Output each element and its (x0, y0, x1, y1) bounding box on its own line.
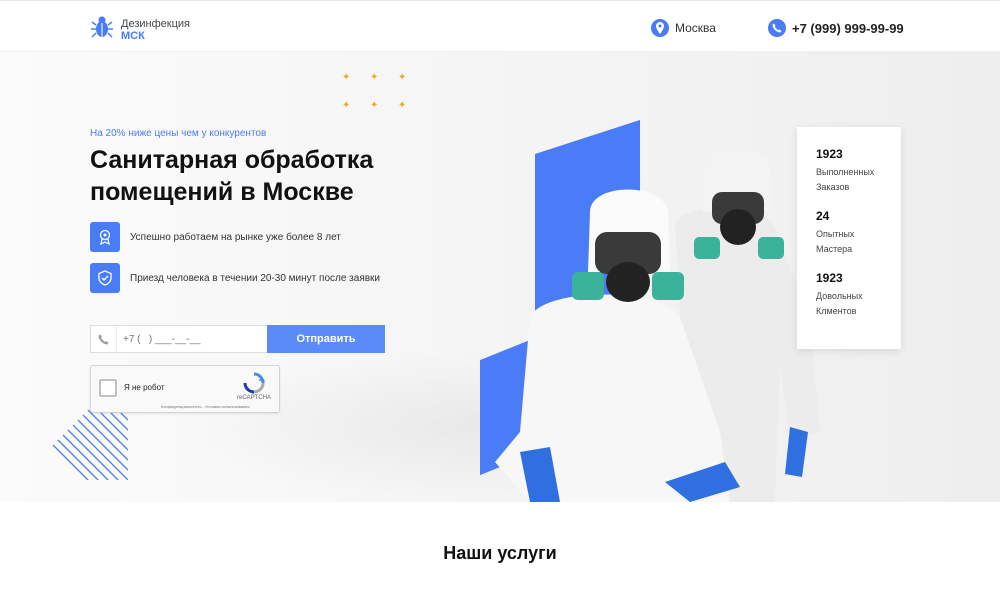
award-icon (90, 222, 120, 252)
captcha-label: Я не робот (124, 383, 165, 392)
stat-label-line2: Клментов (816, 306, 857, 316)
stat-item: 1923 Довольных Клментов (816, 271, 901, 319)
svg-text:✦: ✦ (398, 100, 406, 110)
site-header: Дезинфекция МСК Москва +7 (999) 999-99-9… (0, 0, 1000, 52)
stat-number: 24 (816, 209, 830, 223)
stat-number: 1923 (816, 271, 843, 285)
recaptcha-widget: Я не робот reCAPTCHA Конфиденциальность … (90, 365, 280, 413)
page-title: Санитарная обработка помещений в Москве (90, 146, 374, 206)
svg-text:✦: ✦ (370, 72, 378, 83)
logo-text-line1: Дезинфекция (121, 17, 190, 30)
stat-item: 1923 Выполненных Заказов (816, 147, 901, 195)
callback-form: Отправить (90, 325, 385, 353)
city-label: Москва (675, 21, 716, 35)
phone-handset-icon (91, 326, 117, 352)
logo-text-line2: МСК (121, 29, 145, 42)
city-selector[interactable]: Москва (651, 19, 716, 37)
hero-section: ✦ ✦ ✦ ✦ ✦ ✦ На 20% ниже цены чем у конкурент… (0, 52, 1000, 502)
stat-number: 1923 (816, 147, 843, 161)
phone-number: +7 (999) 999-99-99 (792, 20, 904, 36)
captcha-checkbox[interactable] (99, 379, 117, 397)
shield-check-icon (90, 263, 120, 293)
hero-tagline: На 20% ниже цены чем у конкурентов (90, 128, 267, 139)
svg-text:✦: ✦ (342, 100, 350, 110)
captcha-links[interactable]: Конфиденциальность - Условия использован… (161, 404, 250, 409)
feature-item: Приезд человека в течении 20-30 минут по… (90, 263, 380, 293)
recaptcha-logo-icon (241, 372, 267, 394)
phone-field[interactable] (90, 325, 267, 353)
header-phone[interactable]: +7 (999) 999-99-99 (768, 19, 904, 37)
stat-label-line1: Довольных (816, 291, 863, 301)
logo[interactable]: Дезинфекция МСК (91, 15, 190, 44)
svg-text:✦: ✦ (398, 72, 406, 83)
stats-card: 1923 Выполненных Заказов 24 Опытных Маст… (797, 127, 901, 349)
workers-photo (495, 148, 820, 502)
stat-label-line2: Заказов (816, 182, 850, 192)
captcha-brand: reCAPTCHA (237, 395, 272, 401)
stat-label-line2: Мастера (816, 244, 853, 254)
svg-text:✦: ✦ (370, 100, 378, 110)
stat-label-line1: Опытных (816, 229, 855, 239)
location-pin-icon (651, 19, 669, 37)
stat-item: 24 Опытных Мастера (816, 209, 901, 257)
services-heading: Наши услуги (443, 543, 557, 563)
feature-text: Успешно работаем на рынке уже более 8 ле… (130, 231, 341, 243)
bug-icon (91, 15, 113, 44)
phone-icon (768, 19, 786, 37)
stars-decoration: ✦ ✦ ✦ ✦ ✦ ✦ (342, 72, 406, 110)
feature-item: Успешно работаем на рынке уже более 8 ле… (90, 222, 341, 252)
stat-label-line1: Выполненных (816, 167, 875, 177)
submit-button[interactable]: Отправить (267, 325, 385, 353)
feature-text: Приезд человека в течении 20-30 минут по… (130, 272, 381, 284)
svg-text:✦: ✦ (342, 72, 350, 83)
phone-input[interactable] (117, 333, 257, 345)
